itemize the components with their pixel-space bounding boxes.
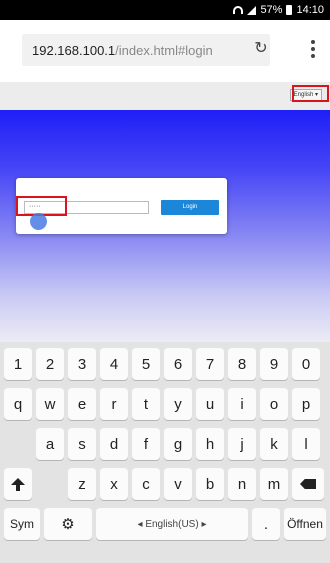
page-header: English ▾ xyxy=(0,82,330,110)
space-key[interactable]: ◂ English(US) ▸ xyxy=(96,508,248,540)
key-u[interactable]: u xyxy=(196,388,224,420)
settings-key[interactable]: ⚙ xyxy=(44,508,92,540)
key-l[interactable]: l xyxy=(292,428,320,460)
wifi-icon xyxy=(233,6,244,14)
key-k[interactable]: k xyxy=(260,428,288,460)
key-o[interactable]: o xyxy=(260,388,288,420)
soft-keyboard: 1 2 3 4 5 6 7 8 9 0 q w e r t y u i o p … xyxy=(0,342,330,563)
screen: 57% 14:10 192.168.100.1/index.html#login… xyxy=(0,0,330,563)
signal-icon xyxy=(247,5,257,15)
reload-icon[interactable]: ↻ xyxy=(252,40,270,58)
key-0[interactable]: 0 xyxy=(292,348,320,380)
key-7[interactable]: 7 xyxy=(196,348,224,380)
key-e[interactable]: e xyxy=(68,388,96,420)
browser-toolbar: 192.168.100.1/index.html#login ↻ xyxy=(0,20,330,82)
key-n[interactable]: n xyxy=(228,468,256,500)
key-d[interactable]: d xyxy=(100,428,128,460)
key-h[interactable]: h xyxy=(196,428,224,460)
more-menu-icon[interactable] xyxy=(305,36,321,62)
period-key[interactable]: . xyxy=(252,508,280,540)
gear-icon: ⚙ xyxy=(61,516,75,533)
key-y[interactable]: y xyxy=(164,388,192,420)
status-bar: 57% 14:10 xyxy=(0,0,330,20)
key-x[interactable]: x xyxy=(100,468,128,500)
key-4[interactable]: 4 xyxy=(100,348,128,380)
key-5[interactable]: 5 xyxy=(132,348,160,380)
login-button[interactable]: Login xyxy=(161,200,219,215)
url-path: /index.html#login xyxy=(115,42,213,58)
clock: 14:10 xyxy=(296,4,324,16)
key-z[interactable]: z xyxy=(68,468,96,500)
shift-key[interactable] xyxy=(4,468,32,500)
key-r[interactable]: r xyxy=(100,388,128,420)
shift-icon xyxy=(11,477,25,491)
key-a[interactable]: a xyxy=(36,428,64,460)
backspace-key[interactable] xyxy=(292,468,324,500)
backspace-icon xyxy=(300,479,316,489)
battery-percent: 57% xyxy=(260,4,283,16)
enter-key[interactable]: Öffnen xyxy=(284,508,326,540)
key-s[interactable]: s xyxy=(68,428,96,460)
key-j[interactable]: j xyxy=(228,428,256,460)
key-b[interactable]: b xyxy=(196,468,224,500)
key-f[interactable]: f xyxy=(132,428,160,460)
key-c[interactable]: c xyxy=(132,468,160,500)
key-q[interactable]: q xyxy=(4,388,32,420)
key-w[interactable]: w xyxy=(36,388,64,420)
key-2[interactable]: 2 xyxy=(36,348,64,380)
key-8[interactable]: 8 xyxy=(228,348,256,380)
key-6[interactable]: 6 xyxy=(164,348,192,380)
key-t[interactable]: t xyxy=(132,388,160,420)
address-bar[interactable]: 192.168.100.1/index.html#login xyxy=(22,34,270,66)
touch-indicator xyxy=(30,213,47,230)
key-g[interactable]: g xyxy=(164,428,192,460)
key-v[interactable]: v xyxy=(164,468,192,500)
key-i[interactable]: i xyxy=(228,388,256,420)
url-host: 192.168.100.1 xyxy=(32,42,116,58)
key-3[interactable]: 3 xyxy=(68,348,96,380)
key-m[interactable]: m xyxy=(260,468,288,500)
language-select-highlight xyxy=(292,85,329,102)
sym-key[interactable]: Sym xyxy=(4,508,40,540)
key-1[interactable]: 1 xyxy=(4,348,32,380)
key-9[interactable]: 9 xyxy=(260,348,288,380)
battery-icon xyxy=(286,5,293,15)
key-p[interactable]: p xyxy=(292,388,320,420)
